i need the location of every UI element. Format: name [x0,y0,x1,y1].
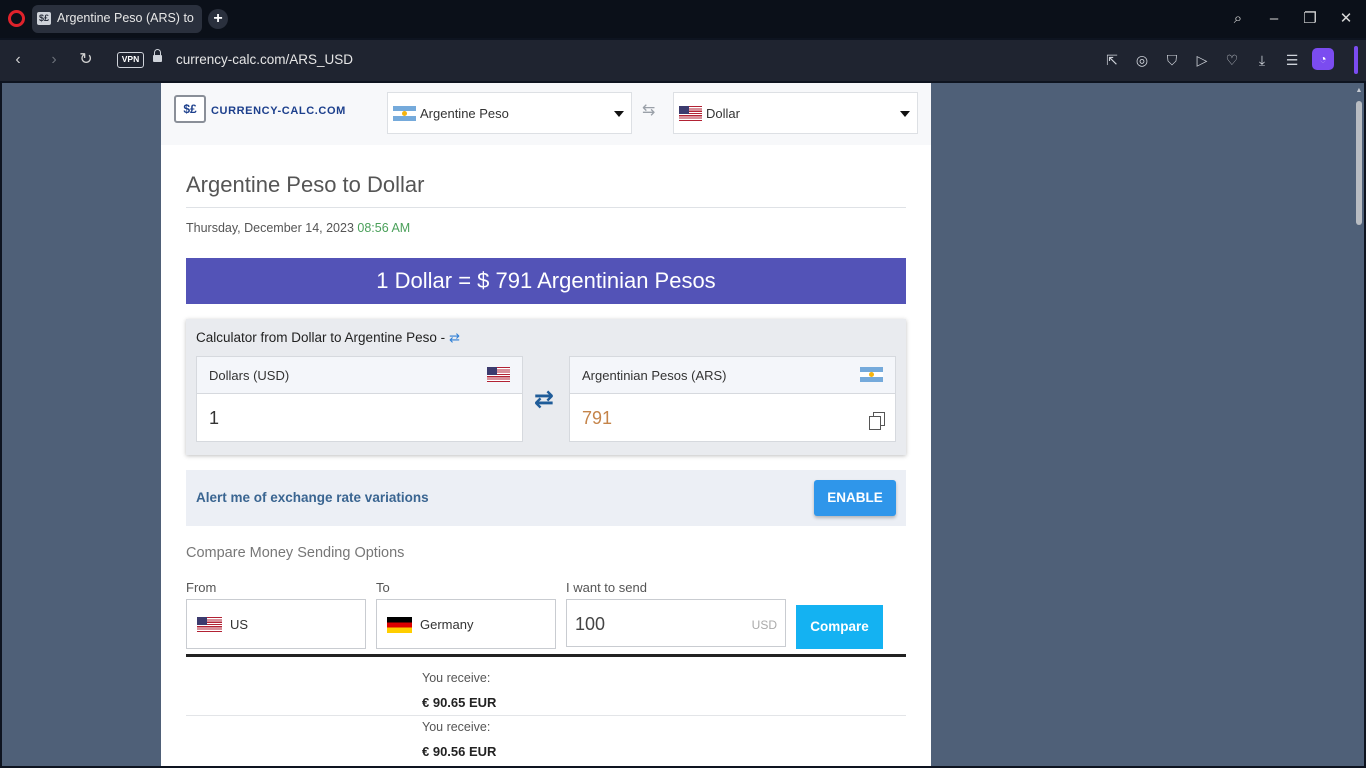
calculator-title: Calculator from Dollar to Argentine Peso… [196,330,460,346]
send-amount-value: 100 [575,614,606,634]
argentina-flag-icon [860,367,883,382]
opera-logo-icon[interactable] [8,10,25,27]
profile-icon[interactable]: ◔ [1312,48,1334,70]
currency-calculator: Calculator from Dollar to Argentine Peso… [186,319,906,455]
scroll-up-icon[interactable]: ▲ [1354,87,1364,97]
from-country-value: US [230,617,249,632]
rate-timestamp: Thursday, December 14, 2023 08:56 AM [186,221,410,235]
output-amount-box: Argentinian Pesos (ARS) 791 [569,356,896,442]
us-flag-icon [197,617,222,633]
minimize-icon[interactable]: – [1263,8,1285,30]
from-country-label: From [186,580,217,595]
to-country-value: Germany [420,617,474,632]
rate-date: Thursday, December 14, 2023 [186,221,354,235]
from-currency-select[interactable]: Argentine Peso [387,92,632,134]
send-amount-label: I want to send [566,580,647,595]
to-country-label: To [376,580,390,595]
result-receive-value: € 90.65 EUR [422,695,497,710]
browser-tab-bar: $£ Argentine Peso (ARS) to Euro + ⌕ – ❐ … [0,0,1366,38]
share-icon[interactable]: ⇱ [1102,50,1122,70]
enable-alert-button[interactable]: ENABLE [814,480,896,516]
exchange-rate-banner: 1 Dollar = $ 791 Argentinian Pesos [186,258,906,304]
web-viewport: $£ CURRENCY-CALC.COM Argentine Peso ⇆ Do… [2,83,1364,766]
rate-alert-box: Alert me of exchange rate variations ENA… [186,470,906,526]
input-currency-header: Dollars (USD) [197,357,522,394]
to-currency-label: Dollar [706,106,740,121]
reverse-icon[interactable]: ⇄ [449,330,460,345]
compare-section-title: Compare Money Sending Options [186,545,405,561]
url-field[interactable]: currency-calc.com/ARS_USD [176,52,353,67]
search-tabs-icon[interactable]: ⌕ [1227,8,1249,30]
argentina-flag-icon [393,106,416,121]
easy-setup-icon[interactable]: ☰ [1282,50,1302,70]
swap-currencies-icon[interactable]: ⇆ [642,100,655,120]
us-flag-icon [487,367,510,382]
lock-icon[interactable] [153,49,162,63]
rate-time: 08:56 AM [357,221,411,235]
vpn-badge[interactable]: VPN [117,52,144,68]
site-header: $£ CURRENCY-CALC.COM Argentine Peso ⇆ Do… [161,83,931,145]
output-amount-field[interactable]: 791 [582,408,612,429]
title-divider [186,207,906,208]
reload-icon[interactable]: ↻ [76,50,96,70]
site-logo-icon[interactable]: $£ [174,95,206,123]
output-currency-header: Argentinian Pesos (ARS) [570,357,895,394]
send-amount-input[interactable]: 100 USD [566,599,786,647]
result-receive-label: You receive: [422,720,491,734]
result-receive-label: You receive: [422,671,491,685]
compare-button[interactable]: Compare [796,605,883,649]
back-icon[interactable]: ‹ [8,50,28,70]
restore-icon[interactable]: ❐ [1299,8,1321,30]
heart-icon[interactable]: ♡ [1222,50,1242,70]
download-icon[interactable]: ⤓ [1252,50,1272,70]
currency-favicon-icon: $£ [37,12,51,25]
page-title: Argentine Peso to Dollar [186,172,425,197]
from-currency-label: Argentine Peso [420,106,509,121]
to-country-select[interactable]: Germany [376,599,556,649]
rate-alert-text: Alert me of exchange rate variations [196,490,429,505]
browser-tab[interactable]: $£ Argentine Peso (ARS) to Euro [32,5,202,33]
input-currency-label: Dollars (USD) [209,368,290,383]
page-content: $£ CURRENCY-CALC.COM Argentine Peso ⇆ Do… [161,83,931,766]
swap-calculator-icon[interactable]: ⇄ [534,385,554,414]
output-currency-label: Argentinian Pesos (ARS) [582,368,727,383]
tab-title: Argentine Peso (ARS) to Euro [57,11,197,25]
shield-icon[interactable]: ⛉ [1162,50,1182,70]
site-logo-text[interactable]: CURRENCY-CALC.COM [211,105,346,117]
sidebar-toggle[interactable] [1354,46,1358,74]
close-window-icon[interactable]: ✕ [1335,8,1357,30]
from-country-select[interactable]: US [186,599,366,649]
camera-icon[interactable]: ◎ [1132,50,1152,70]
input-amount-field[interactable]: 1 [209,408,219,429]
chevron-down-icon [900,111,910,117]
result-separator [186,715,906,716]
new-tab-button[interactable]: + [208,9,228,29]
germany-flag-icon [387,617,412,633]
us-flag-icon [679,106,702,121]
chevron-down-icon [614,111,624,117]
results-divider [186,654,906,657]
send-amount-unit: USD [751,618,777,632]
calculator-title-text: Calculator from Dollar to Argentine Peso… [196,330,446,345]
result-receive-value: € 90.56 EUR [422,744,497,759]
scrollbar-thumb[interactable] [1356,101,1362,225]
copy-icon[interactable] [869,412,885,430]
send-icon[interactable]: ▷ [1192,50,1212,70]
forward-icon[interactable]: › [44,50,64,70]
input-amount-box: Dollars (USD) 1 [196,356,523,442]
to-currency-select[interactable]: Dollar [673,92,918,134]
